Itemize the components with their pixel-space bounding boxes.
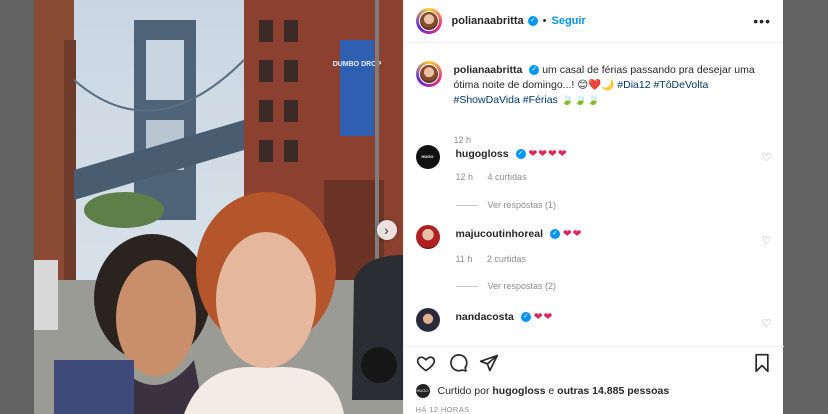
liked-by-prefix: Curtido por (437, 385, 490, 397)
post-modal: DUMBO DROP › polianaabritta ✓ • Seguir •… (34, 0, 784, 414)
comment-meta: 11 h 2 curtidas (456, 254, 538, 264)
verified-icon: ✓ (527, 16, 538, 26)
liked-by-others[interactable]: outras 14.885 pessoas (557, 385, 669, 397)
caption-username[interactable]: polianaabritta (454, 64, 523, 76)
verified-icon: ✓ (520, 312, 531, 323)
like-comment-heart-icon[interactable]: ♡ (762, 317, 772, 330)
verified-icon: ✓ (515, 149, 526, 160)
post-timestamp: HÁ 12 HORAS (415, 405, 470, 414)
comment-meta: 12 h 4 curtidas (456, 172, 539, 182)
share-icon[interactable] (479, 353, 499, 373)
view-replies-button[interactable]: Ver respostas (1) (455, 200, 557, 210)
verified-icon: ✓ (549, 229, 560, 240)
author-avatar[interactable] (415, 8, 442, 34)
heart-icon[interactable] (416, 353, 436, 373)
comment-text: hugogloss ✓ ❤❤❤❤ (456, 148, 746, 160)
comment-time: 11 h (455, 254, 473, 264)
comments-list[interactable]: polianaabritta ✓ um casal de férias pass… (404, 43, 784, 346)
photo-scene: DUMBO DROP (34, 0, 403, 414)
comment-hearts: ❤❤ (533, 311, 554, 323)
author-username[interactable]: polianaabritta (452, 15, 524, 27)
banner-text: DUMBO DROP (333, 61, 382, 68)
comment-text: nandacosta ✓ ❤❤ (456, 311, 746, 323)
caption-text-block: polianaabritta ✓ um casal de férias pass… (454, 63, 764, 108)
commenter-avatar[interactable]: HUGO GLOSS (415, 145, 440, 183)
view-replies-label[interactable]: Ver respostas (1) (488, 200, 557, 210)
post-photo[interactable]: DUMBO DROP › (34, 0, 403, 414)
banner-shape (340, 40, 374, 136)
separator-dot: • (542, 15, 547, 27)
post-header: polianaabritta ✓ • Seguir ••• (403, 0, 783, 43)
comment-likes[interactable]: 2 curtidas (487, 254, 526, 264)
commenter-username[interactable]: majucoutinhoreal (456, 228, 544, 240)
like-comment-heart-icon[interactable]: ♡ (762, 234, 772, 247)
comment-hearts: ❤❤ (562, 228, 583, 240)
next-photo-button[interactable]: › (376, 220, 397, 240)
follow-button[interactable]: Seguir (551, 15, 585, 27)
commenter-username[interactable]: hugogloss (456, 148, 509, 160)
liked-by-user[interactable]: hugogloss (492, 385, 545, 397)
commenter-avatar[interactable] (415, 225, 440, 249)
like-comment-heart-icon[interactable]: ♡ (762, 151, 772, 164)
post-actions-bar (403, 346, 784, 377)
comment-likes[interactable]: 4 curtidas (488, 172, 527, 182)
caption-time: 12 h (453, 135, 472, 145)
commenter-username[interactable]: nandacosta (456, 311, 514, 323)
view-replies-button[interactable]: Ver respostas (2) (455, 281, 557, 291)
liked-by-avatar[interactable]: HUGO GLOSS (415, 384, 430, 407)
post-details-panel: polianaabritta ✓ • Seguir ••• polianaabr… (402, 0, 784, 414)
comment-icon[interactable] (448, 353, 468, 373)
comment-text: majucoutinhoreal ✓ ❤❤ (456, 228, 746, 240)
caption-avatar[interactable] (415, 61, 442, 87)
more-options-icon[interactable]: ••• (753, 13, 771, 29)
liked-by-row: HUGO GLOSS Curtido por hugogloss e outra… (415, 384, 669, 407)
commenter-avatar[interactable] (415, 308, 440, 332)
view-replies-label[interactable]: Ver respostas (2) (488, 281, 557, 291)
caption-emoji: 🍃🍃🍃 (560, 94, 600, 106)
verified-icon: ✓ (529, 65, 540, 76)
bookmark-icon[interactable] (752, 353, 772, 373)
comment-time: 12 h (455, 172, 474, 182)
comment-hearts: ❤❤❤❤ (528, 148, 568, 160)
liked-by-conj: e (548, 385, 555, 397)
